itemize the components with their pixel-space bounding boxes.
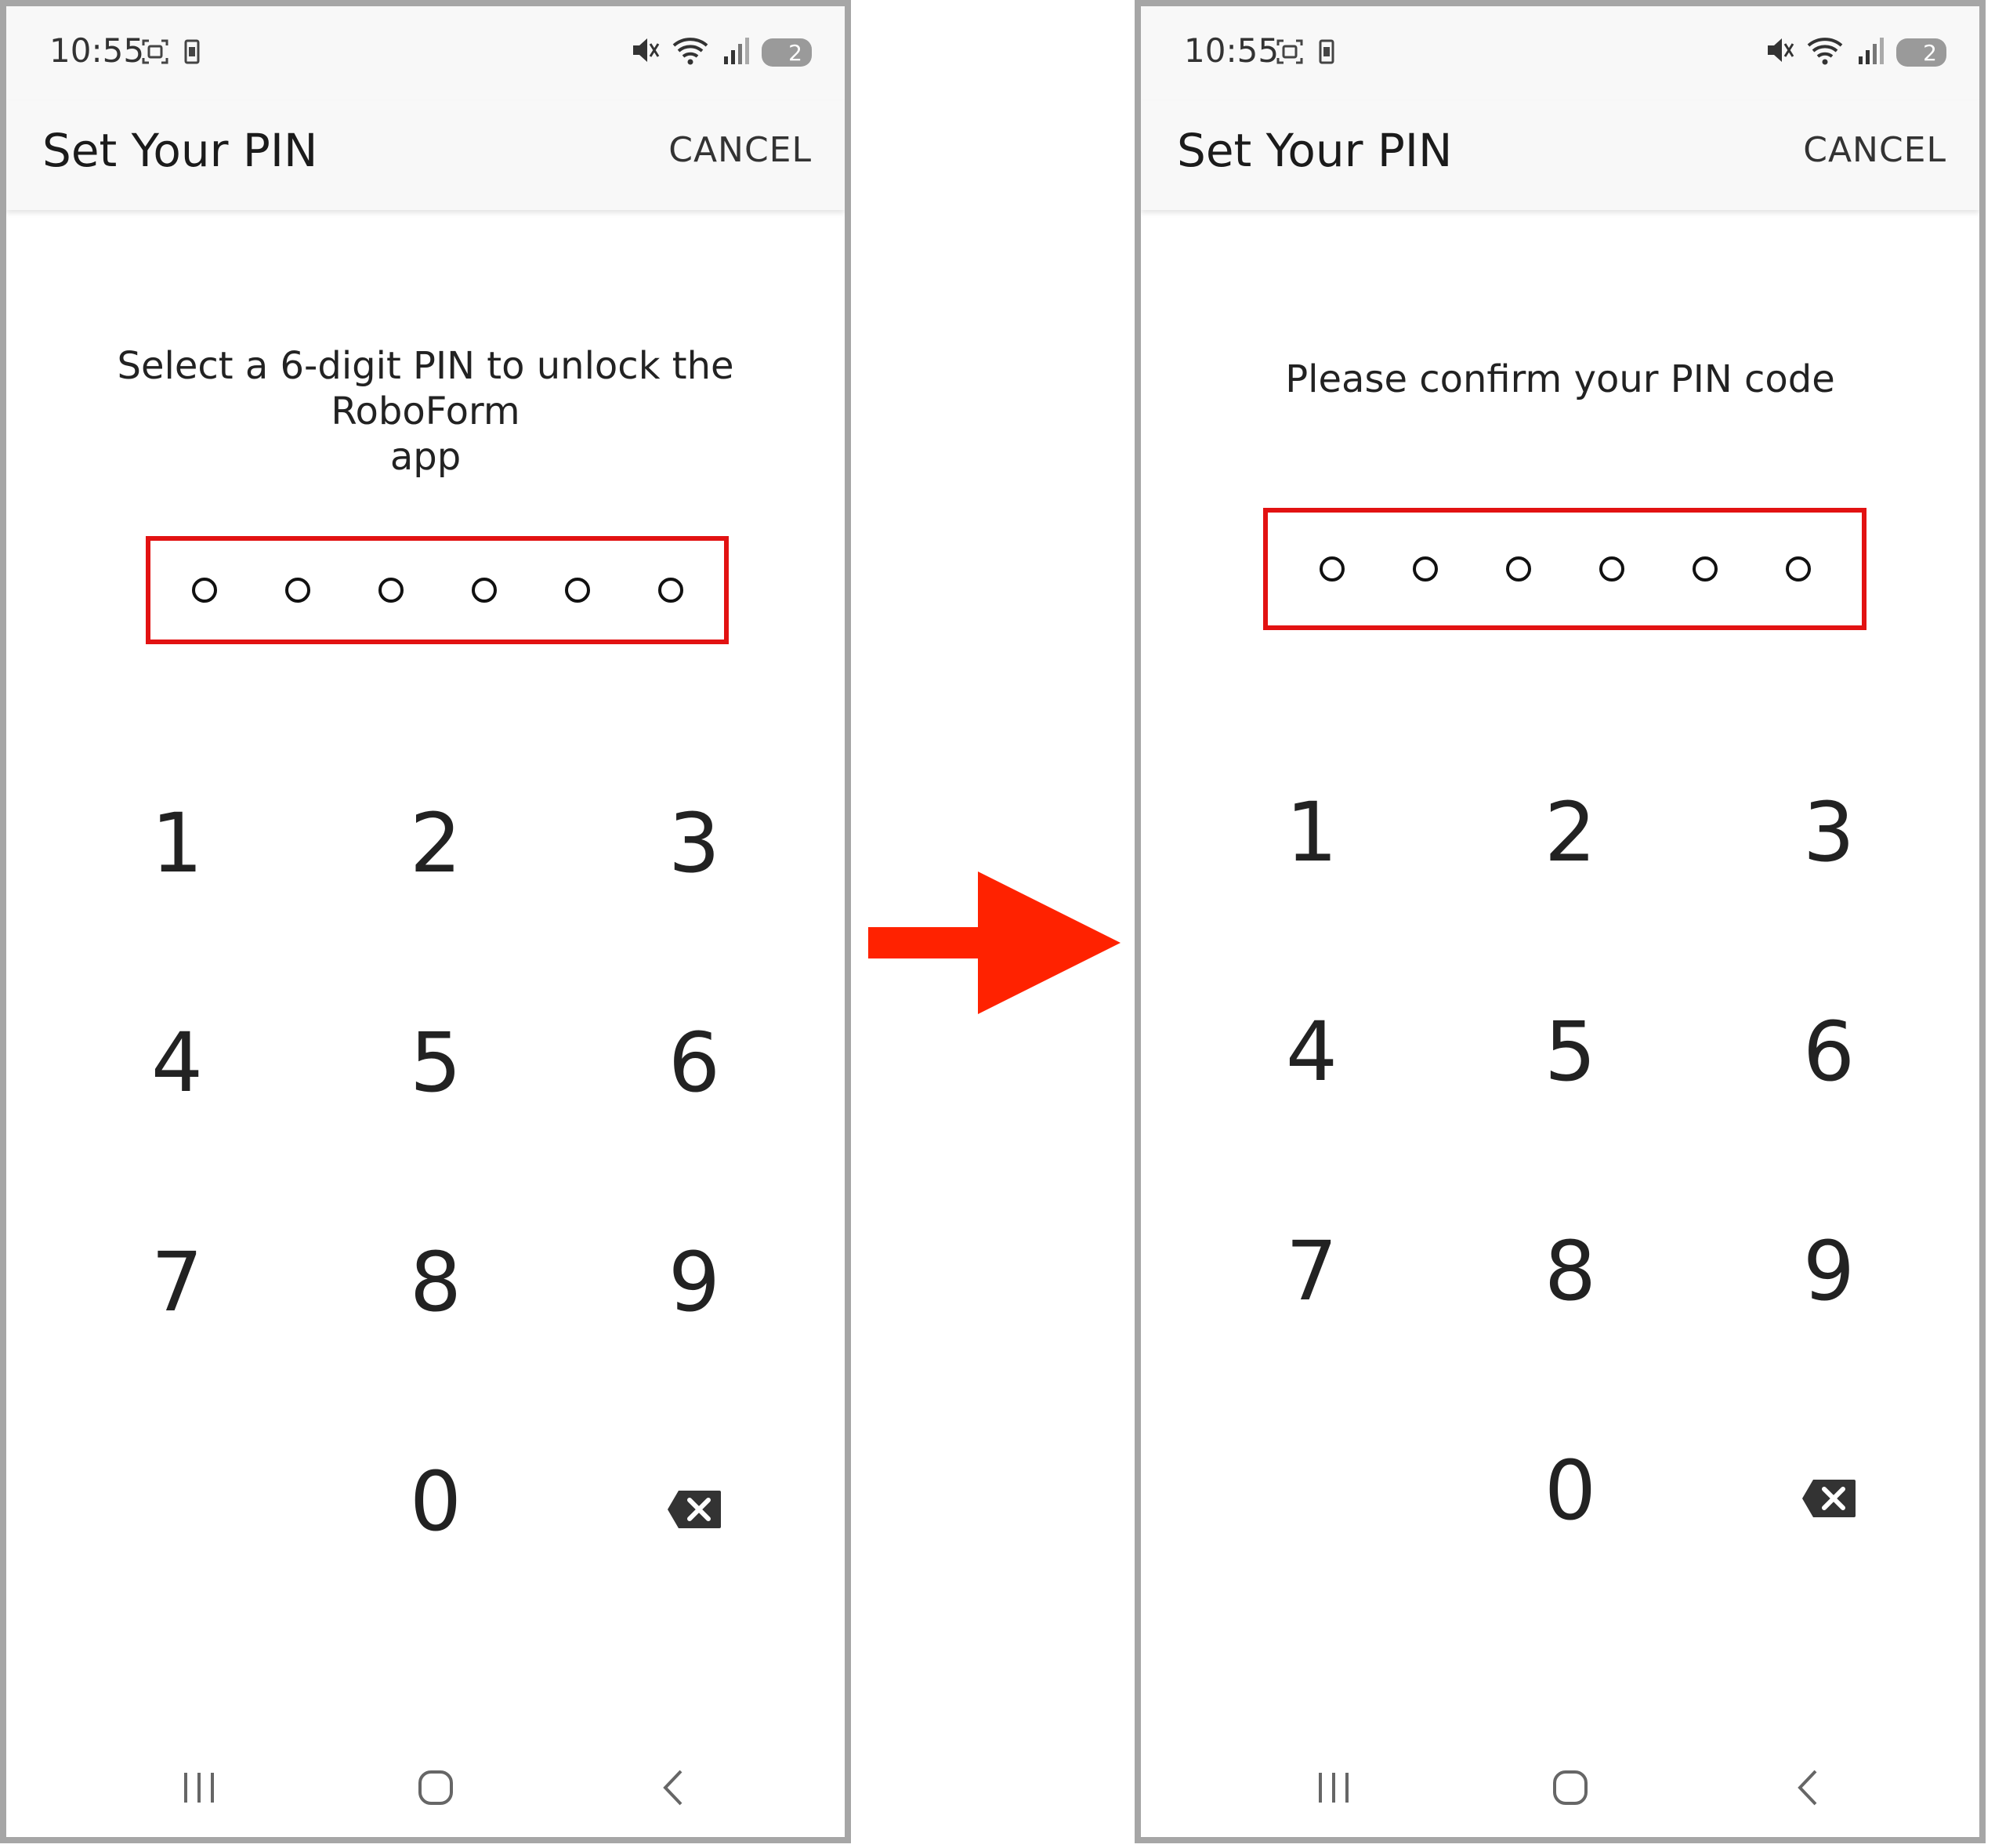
- key-6[interactable]: 6: [1751, 981, 1907, 1122]
- status-time: 10:55: [1184, 31, 1280, 70]
- pin-dot: [657, 578, 683, 603]
- pin-dot: [191, 578, 217, 603]
- device-icon: [183, 38, 202, 70]
- key-1[interactable]: 1: [99, 773, 255, 914]
- prompt-line-1: Please confirm your PIN code: [1285, 357, 1835, 401]
- recents-button[interactable]: [1294, 1762, 1373, 1817]
- pin-dot: [284, 578, 310, 603]
- signal-icon: [722, 34, 751, 70]
- wifi-icon: [672, 34, 711, 70]
- page-title: Set Your PIN: [42, 124, 318, 177]
- key-3[interactable]: 3: [1751, 762, 1907, 903]
- home-icon: [416, 1768, 455, 1811]
- key-6[interactable]: 6: [616, 992, 773, 1133]
- pin-dot: [1412, 556, 1438, 582]
- back-button[interactable]: [1769, 1762, 1848, 1817]
- key-2[interactable]: 2: [1492, 762, 1649, 903]
- back-icon: [1789, 1768, 1828, 1811]
- backspace-button[interactable]: [1751, 1420, 1907, 1561]
- status-time: 10:55: [49, 31, 145, 70]
- recents-button[interactable]: [160, 1762, 238, 1817]
- mute-icon: [630, 34, 661, 70]
- key-3[interactable]: 3: [616, 773, 773, 914]
- status-bar: 10:55 2: [6, 6, 845, 100]
- pin-dot: [1319, 556, 1345, 582]
- backspace-icon: [666, 1454, 722, 1549]
- phone-screen-set-pin: 10:55 2 Set Your PIN CANCEL Select a 6-d…: [0, 0, 851, 1843]
- key-0[interactable]: 0: [1492, 1420, 1649, 1561]
- home-button[interactable]: [1531, 1762, 1609, 1817]
- pin-dot: [1692, 556, 1718, 582]
- home-button[interactable]: [396, 1762, 475, 1817]
- key-2[interactable]: 2: [357, 773, 514, 914]
- key-7[interactable]: 7: [99, 1212, 255, 1353]
- battery-level: 2: [1923, 39, 1937, 66]
- backspace-button[interactable]: [616, 1431, 773, 1572]
- pin-prompt: Please confirm your PIN code: [1172, 357, 1948, 402]
- status-bar: 10:55 2: [1141, 6, 1979, 100]
- pin-dots: [150, 541, 724, 640]
- pin-dot: [471, 578, 497, 603]
- key-9[interactable]: 9: [1751, 1201, 1907, 1342]
- prompt-line-1: Select a 6-digit PIN to unlock the RoboF…: [117, 344, 734, 433]
- wifi-icon: [1807, 34, 1846, 70]
- battery-icon: 2: [762, 38, 812, 67]
- key-8[interactable]: 8: [357, 1212, 514, 1353]
- arrow-right-icon: [868, 870, 1122, 1020]
- key-5[interactable]: 5: [1492, 981, 1649, 1122]
- cancel-button[interactable]: CANCEL: [668, 130, 812, 170]
- mute-icon: [1765, 34, 1796, 70]
- recents-icon: [179, 1768, 219, 1811]
- pin-prompt: Select a 6-digit PIN to unlock the RoboF…: [38, 343, 813, 480]
- battery-icon: 2: [1896, 38, 1946, 67]
- pin-dots: [1268, 513, 1862, 625]
- back-icon: [654, 1768, 693, 1811]
- key-4[interactable]: 4: [1233, 981, 1390, 1122]
- key-5[interactable]: 5: [357, 992, 514, 1133]
- pin-highlight-box: [1263, 508, 1866, 630]
- key-9[interactable]: 9: [616, 1212, 773, 1353]
- key-8[interactable]: 8: [1492, 1201, 1649, 1342]
- key-4[interactable]: 4: [99, 992, 255, 1133]
- app-bar: Set Your PIN CANCEL: [1141, 100, 1979, 210]
- back-button[interactable]: [635, 1762, 713, 1817]
- pin-highlight-box: [146, 536, 729, 644]
- key-7[interactable]: 7: [1233, 1201, 1390, 1342]
- recents-icon: [1314, 1768, 1353, 1811]
- cancel-button[interactable]: CANCEL: [1803, 130, 1946, 170]
- screenshot-icon: [1276, 38, 1304, 70]
- device-icon: [1318, 38, 1337, 70]
- screenshot-icon: [141, 38, 169, 70]
- system-nav-bar: [1141, 1743, 1979, 1837]
- app-bar: Set Your PIN CANCEL: [6, 100, 845, 210]
- pin-dot: [564, 578, 590, 603]
- page-title: Set Your PIN: [1177, 124, 1453, 177]
- pin-dot: [1599, 556, 1624, 582]
- signal-icon: [1857, 34, 1885, 70]
- pin-dot: [1505, 556, 1531, 582]
- phone-screen-confirm-pin: 10:55 2 Set Your PIN CANCEL Please confi…: [1135, 0, 1986, 1843]
- prompt-line-2: app: [389, 435, 462, 479]
- key-0[interactable]: 0: [357, 1431, 514, 1572]
- system-nav-bar: [6, 1743, 845, 1837]
- battery-level: 2: [788, 39, 802, 66]
- pin-dot: [378, 578, 404, 603]
- pin-dot: [1785, 556, 1811, 582]
- backspace-icon: [1801, 1443, 1857, 1538]
- key-1[interactable]: 1: [1233, 762, 1390, 903]
- home-icon: [1551, 1768, 1590, 1811]
